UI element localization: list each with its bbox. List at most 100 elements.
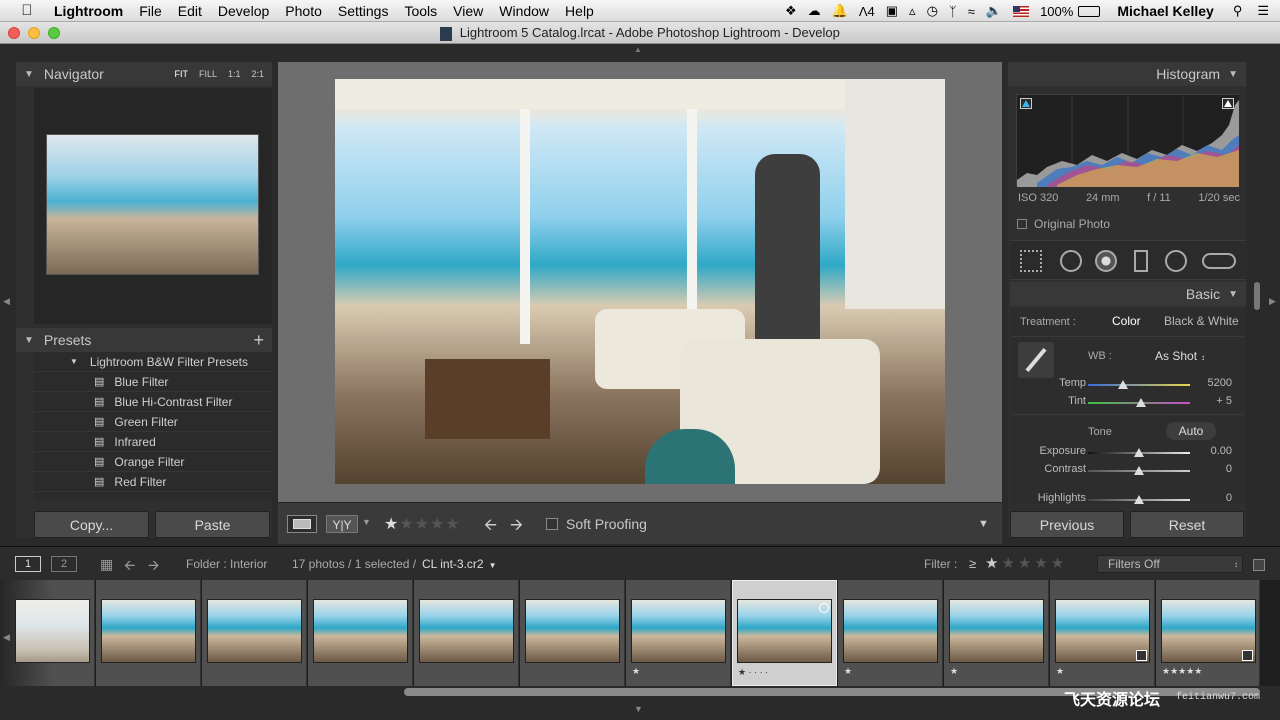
list-item[interactable]: ▤ Orange Filter (34, 452, 272, 472)
soft-proofing-checkbox[interactable] (546, 518, 558, 530)
quick-collection-icon[interactable] (819, 603, 829, 613)
original-photo-checkbox[interactable] (1017, 219, 1027, 229)
shadow-clipping-indicator[interactable] (1020, 98, 1032, 109)
filmstrip-cell[interactable]: ★ (944, 580, 1049, 686)
menu-photo[interactable]: Photo (285, 3, 322, 19)
left-panel-toggle-icon[interactable]: ◀ (3, 296, 10, 307)
menu-edit[interactable]: Edit (178, 3, 202, 19)
apple-icon[interactable]:  (18, 2, 36, 19)
tint-value[interactable]: + 5 (1194, 395, 1232, 407)
add-preset-button[interactable]: + (253, 330, 264, 351)
thumbnail[interactable] (419, 599, 514, 663)
reset-button[interactable]: Reset (1130, 511, 1244, 538)
temp-value[interactable]: 5200 (1194, 377, 1232, 389)
display-icon[interactable]: ▣ (886, 3, 898, 19)
filmstrip-cell-selected[interactable]: ★ · · · · (732, 580, 837, 686)
thumbnail[interactable] (207, 599, 302, 663)
filter-lock-icon[interactable] (1253, 559, 1265, 571)
file-select[interactable]: CL int-3.cr2 ▼ (422, 557, 497, 571)
treatment-color[interactable]: Color (1112, 314, 1141, 328)
close-button[interactable] (8, 27, 20, 39)
main-photo[interactable] (335, 79, 945, 484)
copy-button[interactable]: Copy... (34, 511, 149, 538)
filmstrip-cell[interactable]: ★ (1050, 580, 1155, 686)
window-1-button[interactable]: 1 (15, 556, 41, 572)
bottom-panel-toggle-icon[interactable]: ▼ (634, 704, 643, 714)
menu-settings[interactable]: Settings (338, 3, 389, 19)
thumbnail[interactable] (525, 599, 620, 663)
highlight-clipping-indicator[interactable] (1222, 98, 1234, 109)
filmstrip-cell[interactable]: ★ (626, 580, 731, 686)
histogram[interactable] (1016, 94, 1239, 187)
filmstrip-cell[interactable] (520, 580, 625, 686)
slider-knob[interactable] (1134, 448, 1144, 457)
star-rating[interactable]: ★★★★★ (384, 514, 461, 534)
thumbnail[interactable] (101, 599, 196, 663)
window-2-button[interactable]: 2 (51, 556, 77, 572)
basic-header[interactable]: Basic ▼ (1010, 282, 1246, 306)
collapse-triangle-icon[interactable]: ▼ (1228, 289, 1238, 300)
thumbnail[interactable] (737, 599, 832, 663)
exposure-slider[interactable] (1088, 448, 1190, 457)
adjustment-brush-icon[interactable] (1202, 253, 1236, 269)
histogram-header[interactable]: Histogram ▼ (1008, 62, 1246, 86)
search-icon[interactable]: ⚲ (1233, 3, 1243, 19)
thumbnail[interactable] (313, 599, 408, 663)
before-after-button[interactable]: Y|Y (326, 515, 358, 533)
bluetooth-icon[interactable]: ᛉ (949, 4, 957, 19)
wb-eyedropper-button[interactable] (1018, 342, 1054, 378)
slider-knob[interactable] (1136, 398, 1146, 407)
slider-knob[interactable] (1134, 495, 1144, 504)
graduated-filter-icon[interactable] (1134, 250, 1148, 272)
radial-filter-icon[interactable] (1165, 250, 1187, 272)
filmstrip-cell[interactable] (202, 580, 307, 686)
volume-icon[interactable]: 🔈 (986, 3, 1002, 19)
battery-percent[interactable]: 100% (1040, 4, 1073, 19)
filter-stars[interactable]: ★★★★★ (985, 554, 1067, 572)
list-item[interactable]: ▤ Red Filter (34, 472, 272, 492)
presets-header[interactable]: ▼ Presets + (16, 328, 272, 352)
menu-file[interactable]: File (139, 3, 162, 19)
loupe-view-button[interactable] (287, 515, 317, 533)
right-panel-toggle-icon[interactable]: ▶ (1269, 296, 1276, 307)
spot-removal-icon[interactable] (1060, 250, 1082, 272)
wb-select[interactable]: As Shot ↕ (1155, 349, 1205, 363)
time-machine-icon[interactable]: ◷ (927, 3, 938, 19)
toolbar-menu-icon[interactable]: ▼ (978, 518, 989, 530)
thumbnail[interactable] (949, 599, 1044, 663)
filter-operator[interactable]: ≥ (969, 556, 976, 571)
wifi-icon[interactable]: ≈ (968, 4, 975, 19)
contrast-value[interactable]: 0 (1194, 463, 1232, 475)
temp-slider[interactable] (1088, 380, 1190, 389)
notifications-icon[interactable]: ☰ (1257, 3, 1269, 19)
right-panel-scrollbar[interactable] (1254, 282, 1260, 310)
paste-button[interactable]: Paste (155, 511, 270, 538)
slider-knob[interactable] (1134, 466, 1144, 475)
battery-icon[interactable] (1078, 5, 1101, 17)
menu-develop[interactable]: Develop (218, 3, 269, 19)
menu-window[interactable]: Window (499, 3, 549, 19)
cloud-icon[interactable]: ☁ (808, 3, 821, 19)
forward-arrow-icon[interactable]: 🡪 (148, 555, 159, 579)
bell-icon[interactable]: 🔔 (832, 3, 848, 19)
grid-view-icon[interactable]: ▦ (100, 556, 113, 573)
adobe-icon[interactable]: Λ4 (859, 4, 875, 19)
preset-folder[interactable]: ▼ Lightroom B&W Filter Presets (34, 352, 272, 372)
list-item[interactable]: ▤ Blue Hi-Contrast Filter (34, 392, 272, 412)
zoom-fit[interactable]: FIT (174, 69, 188, 79)
treatment-black-white[interactable]: Black & White (1164, 314, 1239, 328)
zoom-fill[interactable]: FILL (199, 69, 217, 79)
list-item[interactable]: ▤ Blue Filter (34, 372, 272, 392)
collapse-triangle-icon[interactable]: ▼ (1228, 69, 1238, 80)
previous-photo-arrow-icon[interactable]: 🡨 (484, 514, 497, 541)
highlights-slider[interactable] (1088, 495, 1190, 504)
thumbnail[interactable] (15, 599, 90, 663)
flag-icon[interactable] (1013, 5, 1030, 17)
menu-help[interactable]: Help (565, 3, 594, 19)
auto-tone-button[interactable]: Auto (1166, 422, 1216, 440)
zoom-button[interactable] (48, 27, 60, 39)
filmstrip-cell[interactable] (0, 580, 95, 686)
previous-button[interactable]: Previous (1010, 511, 1124, 538)
filmstrip-cell[interactable] (308, 580, 413, 686)
list-item[interactable]: ▤ Infrared (34, 432, 272, 452)
